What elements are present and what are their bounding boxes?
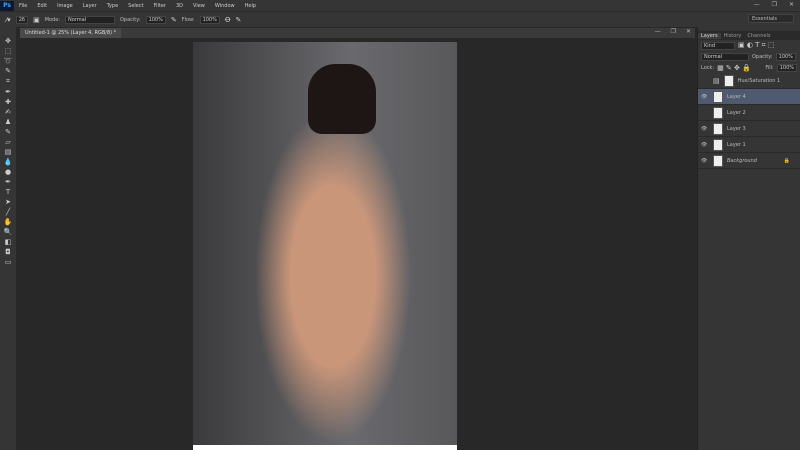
brush-size[interactable]: 26 xyxy=(15,15,29,24)
menu-filter[interactable]: Filter xyxy=(149,3,171,9)
menu-select[interactable]: Select xyxy=(123,3,148,9)
doc-minimize-button[interactable]: — xyxy=(655,28,661,35)
menu-3d[interactable]: 3D xyxy=(171,3,188,9)
move-tool-icon[interactable]: ✥ xyxy=(5,37,11,45)
workspace-select[interactable]: Essentials xyxy=(748,14,794,23)
quick-mask-icon[interactable]: ◘ xyxy=(5,248,11,256)
layer-name[interactable]: Layer 3 xyxy=(727,126,746,132)
brush-panel-icon[interactable]: ▣ xyxy=(33,16,40,24)
tab-channels[interactable]: Channels xyxy=(744,33,773,39)
tab-history[interactable]: History xyxy=(721,33,745,39)
filter-icons[interactable]: ▣ ◐ T ⌗ ⬚ xyxy=(738,41,774,50)
pressure-size-icon[interactable]: ✎ xyxy=(236,16,242,24)
layer-filter-kind[interactable]: Kind xyxy=(701,41,735,50)
layer-name[interactable]: Hue/Saturation 1 xyxy=(738,78,781,84)
document-canvas[interactable] xyxy=(193,42,457,450)
eye-icon[interactable]: 👁 xyxy=(701,142,709,148)
eraser-tool-icon[interactable]: ▱ xyxy=(5,138,10,146)
restore-button[interactable]: ❐ xyxy=(772,1,777,8)
flow-label: Flow: xyxy=(181,16,195,23)
menu-type[interactable]: Type xyxy=(102,3,123,9)
healing-tool-icon[interactable]: ✚ xyxy=(5,98,11,106)
eye-icon[interactable]: 👁 xyxy=(701,94,709,100)
lock-icon: 🔒 xyxy=(783,157,790,164)
fill-label: Fill: xyxy=(765,64,774,71)
eye-icon[interactable]: 👁 xyxy=(701,126,709,132)
layer-opacity-input[interactable]: 100% xyxy=(775,52,796,61)
lock-icons[interactable]: ▦ ✎ ✥ 🔒 xyxy=(717,64,751,72)
path-select-tool-icon[interactable]: ➤ xyxy=(5,198,11,206)
history-brush-icon[interactable]: ✎ xyxy=(5,128,11,136)
layer-thumbnail xyxy=(713,106,723,119)
menu-view[interactable]: View xyxy=(188,3,210,9)
mode-select[interactable]: Normal xyxy=(65,15,115,24)
options-bar: ⁄▾ 26 ▣ Mode: Normal Opacity: 100% ✎ Flo… xyxy=(0,11,800,27)
minimize-button[interactable]: — xyxy=(754,1,760,8)
document-tab-bar: Untitled-1 @ 25% (Layer 4, RGB/8) * — ❐ … xyxy=(20,28,695,38)
tools-panel: ✥ ⬚ ➰ ✎ ⌗ ✒ ✚ ✍ ♟ ✎ ▱ ▤ 💧 ● ✒ T ➤ ╱ ✋ 🔍 … xyxy=(0,27,16,450)
airbrush-icon[interactable]: Ꝋ xyxy=(225,16,231,24)
color-swatches-icon[interactable]: ◧ xyxy=(5,238,12,246)
close-button[interactable]: ✕ xyxy=(789,1,794,8)
dodge-tool-icon[interactable]: ● xyxy=(5,168,11,176)
layer-name[interactable]: Background xyxy=(727,158,757,164)
lasso-tool-icon[interactable]: ➰ xyxy=(4,57,13,65)
pressure-opacity-icon[interactable]: ✎ xyxy=(171,16,177,24)
photoshop-logo: Ps xyxy=(0,0,14,11)
brush-tool-preset-icon[interactable]: ⁄▾ xyxy=(6,16,11,24)
fill-input[interactable]: 100% xyxy=(776,63,797,72)
layer-name[interactable]: Layer 1 xyxy=(727,142,746,148)
layer-row[interactable]: 👁 Layer 1 xyxy=(698,137,800,153)
layer-thumbnail xyxy=(713,122,723,135)
marquee-tool-icon[interactable]: ⬚ xyxy=(5,47,12,55)
layer-row[interactable]: Layer 2 xyxy=(698,105,800,121)
stamp-tool-icon[interactable]: ♟ xyxy=(5,118,11,126)
canvas-bottom-edge xyxy=(193,445,457,450)
zoom-tool-icon[interactable]: 🔍 xyxy=(4,228,13,236)
menu-edit[interactable]: Edit xyxy=(32,3,52,9)
type-tool-icon[interactable]: T xyxy=(6,188,10,196)
blur-tool-icon[interactable]: 💧 xyxy=(4,158,13,166)
tab-layers[interactable]: Layers xyxy=(698,32,721,39)
layer-name[interactable]: Layer 4 xyxy=(727,94,746,100)
doc-restore-button[interactable]: ❐ xyxy=(671,28,676,35)
layer-thumbnail xyxy=(713,154,723,167)
shape-tool-icon[interactable]: ╱ xyxy=(6,208,10,216)
mode-label: Mode: xyxy=(44,16,60,23)
doc-close-button[interactable]: ✕ xyxy=(686,28,691,35)
adjustment-layer-icon: ▤ xyxy=(713,76,720,85)
document-tab[interactable]: Untitled-1 @ 25% (Layer 4, RGB/8) * xyxy=(20,28,122,38)
layer-row[interactable]: 👁 Layer 3 xyxy=(698,121,800,137)
menu-help[interactable]: Help xyxy=(240,3,261,9)
eye-icon[interactable]: 👁 xyxy=(701,158,709,164)
hand-tool-icon[interactable]: ✋ xyxy=(4,218,13,226)
screen-mode-icon[interactable]: ▭ xyxy=(5,258,12,266)
opacity-label: Opacity: xyxy=(752,53,773,60)
menu-layer[interactable]: Layer xyxy=(78,3,102,9)
menu-window[interactable]: Window xyxy=(210,3,240,9)
pen-tool-icon[interactable]: ✒ xyxy=(5,178,11,186)
photo-subject-hair xyxy=(308,64,376,134)
quick-select-tool-icon[interactable]: ✎ xyxy=(5,67,11,75)
opacity-input[interactable]: 100% xyxy=(145,15,166,24)
menu-file[interactable]: File xyxy=(14,3,32,9)
lock-label: Lock: xyxy=(701,64,715,71)
opacity-label: Opacity: xyxy=(120,16,141,23)
crop-tool-icon[interactable]: ⌗ xyxy=(6,77,10,86)
layer-mask-thumbnail[interactable] xyxy=(723,74,734,87)
brush-tool-icon[interactable]: ✍ xyxy=(5,108,11,116)
layer-row[interactable]: ▤ Hue/Saturation 1 xyxy=(698,73,800,89)
gradient-tool-icon[interactable]: ▤ xyxy=(5,148,12,156)
eyedropper-tool-icon[interactable]: ✒ xyxy=(5,88,11,96)
blend-mode-select[interactable]: Normal xyxy=(701,52,749,61)
layer-row[interactable]: 👁 Layer 4 xyxy=(698,89,800,105)
layer-row[interactable]: 👁 Background 🔒 xyxy=(698,153,800,169)
flow-input[interactable]: 100% xyxy=(199,15,220,24)
menu-image[interactable]: Image xyxy=(52,3,78,9)
layers-panel: Layers History Channels Kind ▣ ◐ T ⌗ ⬚ No… xyxy=(697,27,800,450)
layer-thumbnail xyxy=(713,90,723,103)
layer-name[interactable]: Layer 2 xyxy=(727,110,746,116)
menu-bar: Ps File Edit Image Layer Type Select Fil… xyxy=(0,0,800,11)
layer-thumbnail xyxy=(713,138,723,151)
